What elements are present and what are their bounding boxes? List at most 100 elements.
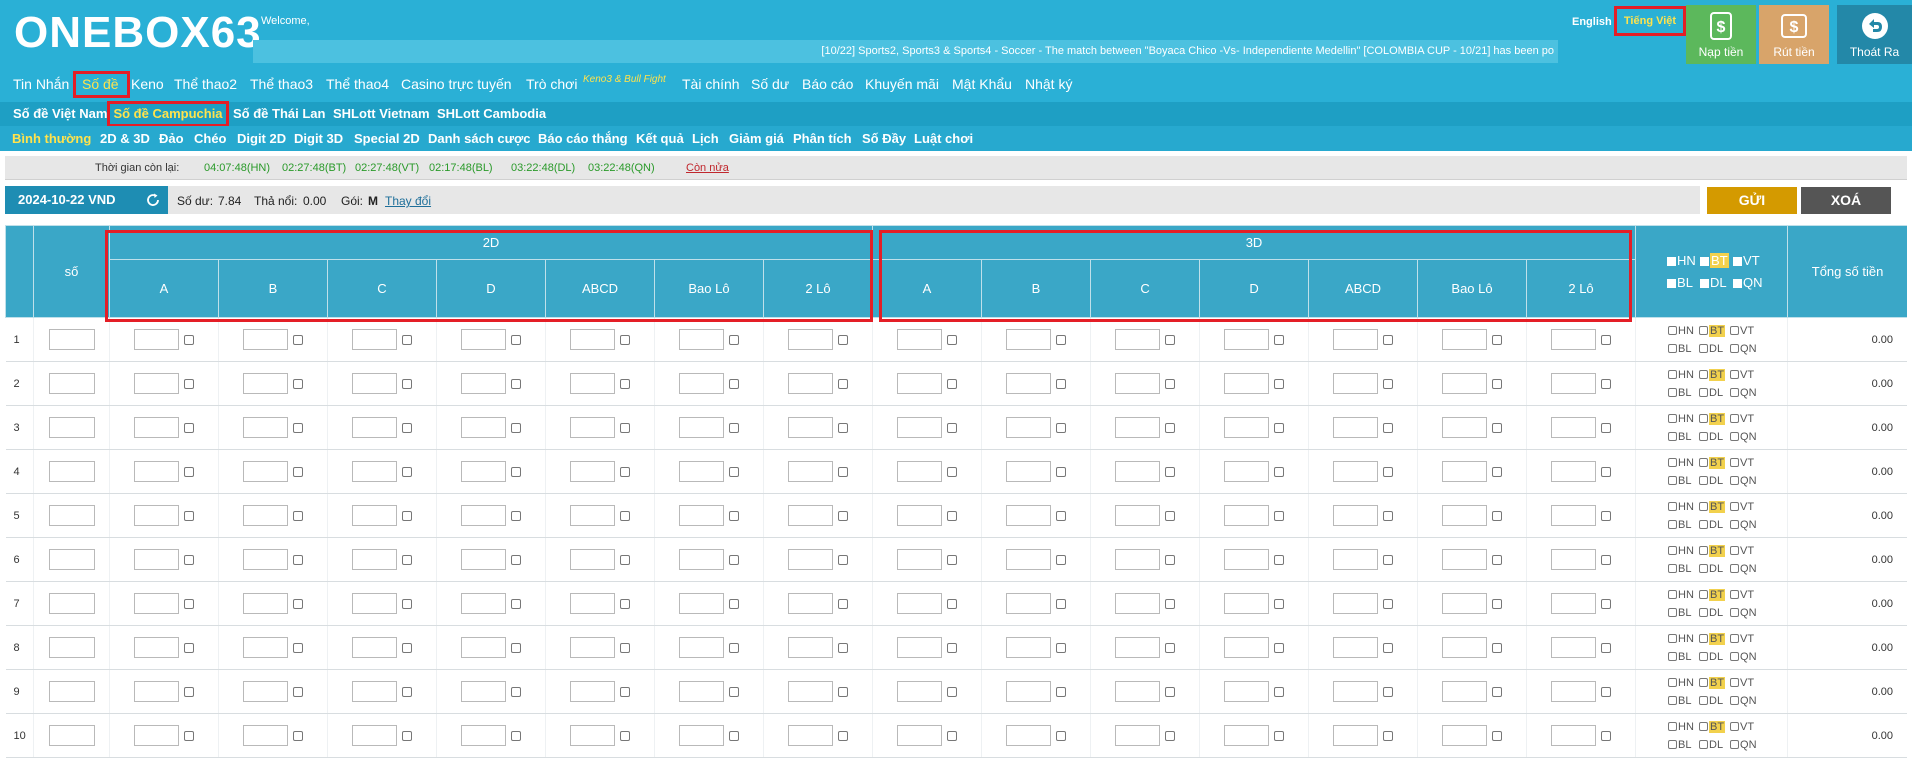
bet-checkbox[interactable] <box>838 510 848 521</box>
bet-checkbox[interactable] <box>1274 642 1285 653</box>
bet-amount-input[interactable] <box>679 329 724 350</box>
nav-item-keno[interactable]: Keno <box>131 76 164 92</box>
bet-amount-input[interactable] <box>352 681 397 702</box>
nav-item-reports[interactable]: Báo cáo <box>802 76 853 92</box>
bet-checkbox[interactable] <box>838 466 848 477</box>
bet-amount-input[interactable] <box>352 637 397 658</box>
bet-amount-input[interactable] <box>134 329 179 350</box>
bet-amount-input[interactable] <box>1115 593 1161 614</box>
tab-normal[interactable]: Bình thường <box>12 131 91 146</box>
bet-amount-input[interactable] <box>461 417 506 438</box>
nav-item-promotions[interactable]: Khuyến mãi <box>865 76 939 92</box>
bet-amount-input[interactable] <box>570 725 615 746</box>
bet-checkbox[interactable] <box>184 686 194 697</box>
bet-amount-input[interactable] <box>352 505 397 526</box>
bet-amount-input[interactable] <box>461 461 506 482</box>
bet-amount-input[interactable] <box>1115 461 1161 482</box>
bet-checkbox[interactable] <box>402 686 412 697</box>
bet-amount-input[interactable] <box>1442 417 1488 438</box>
province-checkbox[interactable] <box>1668 696 1678 706</box>
number-input[interactable] <box>48 329 95 350</box>
bet-amount-input[interactable] <box>1551 681 1597 702</box>
bet-checkbox[interactable] <box>402 730 412 741</box>
province-checkbox[interactable] <box>1730 740 1740 750</box>
bet-amount-input[interactable] <box>461 681 506 702</box>
bet-checkbox[interactable] <box>184 598 194 609</box>
bet-checkbox[interactable] <box>402 466 412 477</box>
bet-checkbox[interactable] <box>293 466 303 477</box>
nav-item-messages[interactable]: Tin Nhắn <box>13 76 69 92</box>
bet-checkbox[interactable] <box>293 378 303 389</box>
province-checkbox[interactable] <box>1668 722 1678 732</box>
bet-checkbox[interactable] <box>1492 466 1503 477</box>
bet-amount-input[interactable] <box>1006 461 1052 482</box>
bet-checkbox[interactable] <box>1056 422 1067 433</box>
bet-checkbox[interactable] <box>729 554 739 565</box>
bet-amount-input[interactable] <box>1551 461 1597 482</box>
bet-checkbox[interactable] <box>1383 554 1394 565</box>
bet-checkbox[interactable] <box>184 642 194 653</box>
nav-item-games[interactable]: Trò chơi <box>526 76 577 92</box>
bet-amount-input[interactable] <box>134 593 179 614</box>
province-checkbox[interactable] <box>1668 458 1678 468</box>
bet-amount-input[interactable] <box>1333 725 1379 746</box>
bet-amount-input[interactable] <box>1442 637 1488 658</box>
date-selector[interactable]: 2024-10-22 VND <box>5 186 168 214</box>
bet-checkbox[interactable] <box>729 378 739 389</box>
bet-checkbox[interactable] <box>1492 730 1503 741</box>
tab-special-2d[interactable]: Special 2D <box>354 131 420 146</box>
bet-checkbox[interactable] <box>620 642 630 653</box>
bet-checkbox[interactable] <box>947 466 958 477</box>
bet-amount-input[interactable] <box>1115 637 1161 658</box>
bet-checkbox[interactable] <box>620 334 630 345</box>
send-button[interactable]: GỬI <box>1707 187 1797 214</box>
bet-amount-input[interactable] <box>1333 461 1379 482</box>
bet-amount-input[interactable] <box>788 637 833 658</box>
bet-amount-input[interactable] <box>1006 549 1052 570</box>
bet-checkbox[interactable] <box>1383 642 1394 653</box>
bet-amount-input[interactable] <box>1333 681 1379 702</box>
bet-checkbox[interactable] <box>402 334 412 345</box>
bet-checkbox[interactable] <box>402 378 412 389</box>
bet-checkbox[interactable] <box>729 422 739 433</box>
bet-checkbox[interactable] <box>184 378 194 389</box>
bet-amount-input[interactable] <box>897 373 943 394</box>
bet-checkbox[interactable] <box>1274 598 1285 609</box>
bet-amount-input[interactable] <box>352 329 397 350</box>
province-checkbox[interactable] <box>1668 326 1678 336</box>
bet-amount-input[interactable] <box>1006 593 1052 614</box>
bet-amount-input[interactable] <box>243 329 288 350</box>
bet-checkbox[interactable] <box>620 598 630 609</box>
header-checkbox-bl[interactable] <box>1667 278 1677 288</box>
bet-checkbox[interactable] <box>1601 466 1612 477</box>
province-checkbox[interactable] <box>1699 326 1709 336</box>
bet-checkbox[interactable] <box>947 510 958 521</box>
bet-amount-input[interactable] <box>243 461 288 482</box>
bet-amount-input[interactable] <box>243 725 288 746</box>
bet-amount-input[interactable] <box>1333 417 1379 438</box>
bet-amount-input[interactable] <box>243 549 288 570</box>
province-checkbox[interactable] <box>1668 476 1678 486</box>
bet-checkbox[interactable] <box>1165 378 1176 389</box>
bet-checkbox[interactable] <box>511 686 521 697</box>
bet-amount-input[interactable] <box>1224 373 1270 394</box>
bet-amount-input[interactable] <box>461 593 506 614</box>
bet-checkbox[interactable] <box>729 642 739 653</box>
bet-amount-input[interactable] <box>570 549 615 570</box>
bet-checkbox[interactable] <box>184 510 194 521</box>
bet-amount-input[interactable] <box>570 329 615 350</box>
bet-amount-input[interactable] <box>679 593 724 614</box>
tab-rules[interactable]: Luật chơi <box>914 131 973 146</box>
province-checkbox[interactable] <box>1699 564 1709 574</box>
province-checkbox[interactable] <box>1699 520 1709 530</box>
bet-checkbox[interactable] <box>1274 378 1285 389</box>
bet-amount-input[interactable] <box>1442 725 1488 746</box>
bet-checkbox[interactable] <box>1492 334 1503 345</box>
bet-checkbox[interactable] <box>1165 466 1176 477</box>
bet-checkbox[interactable] <box>620 730 630 741</box>
bet-amount-input[interactable] <box>1115 681 1161 702</box>
tab-digit-3d[interactable]: Digit 3D <box>294 131 343 146</box>
bet-amount-input[interactable] <box>1551 373 1597 394</box>
bet-amount-input[interactable] <box>788 593 833 614</box>
bet-checkbox[interactable] <box>1056 598 1067 609</box>
